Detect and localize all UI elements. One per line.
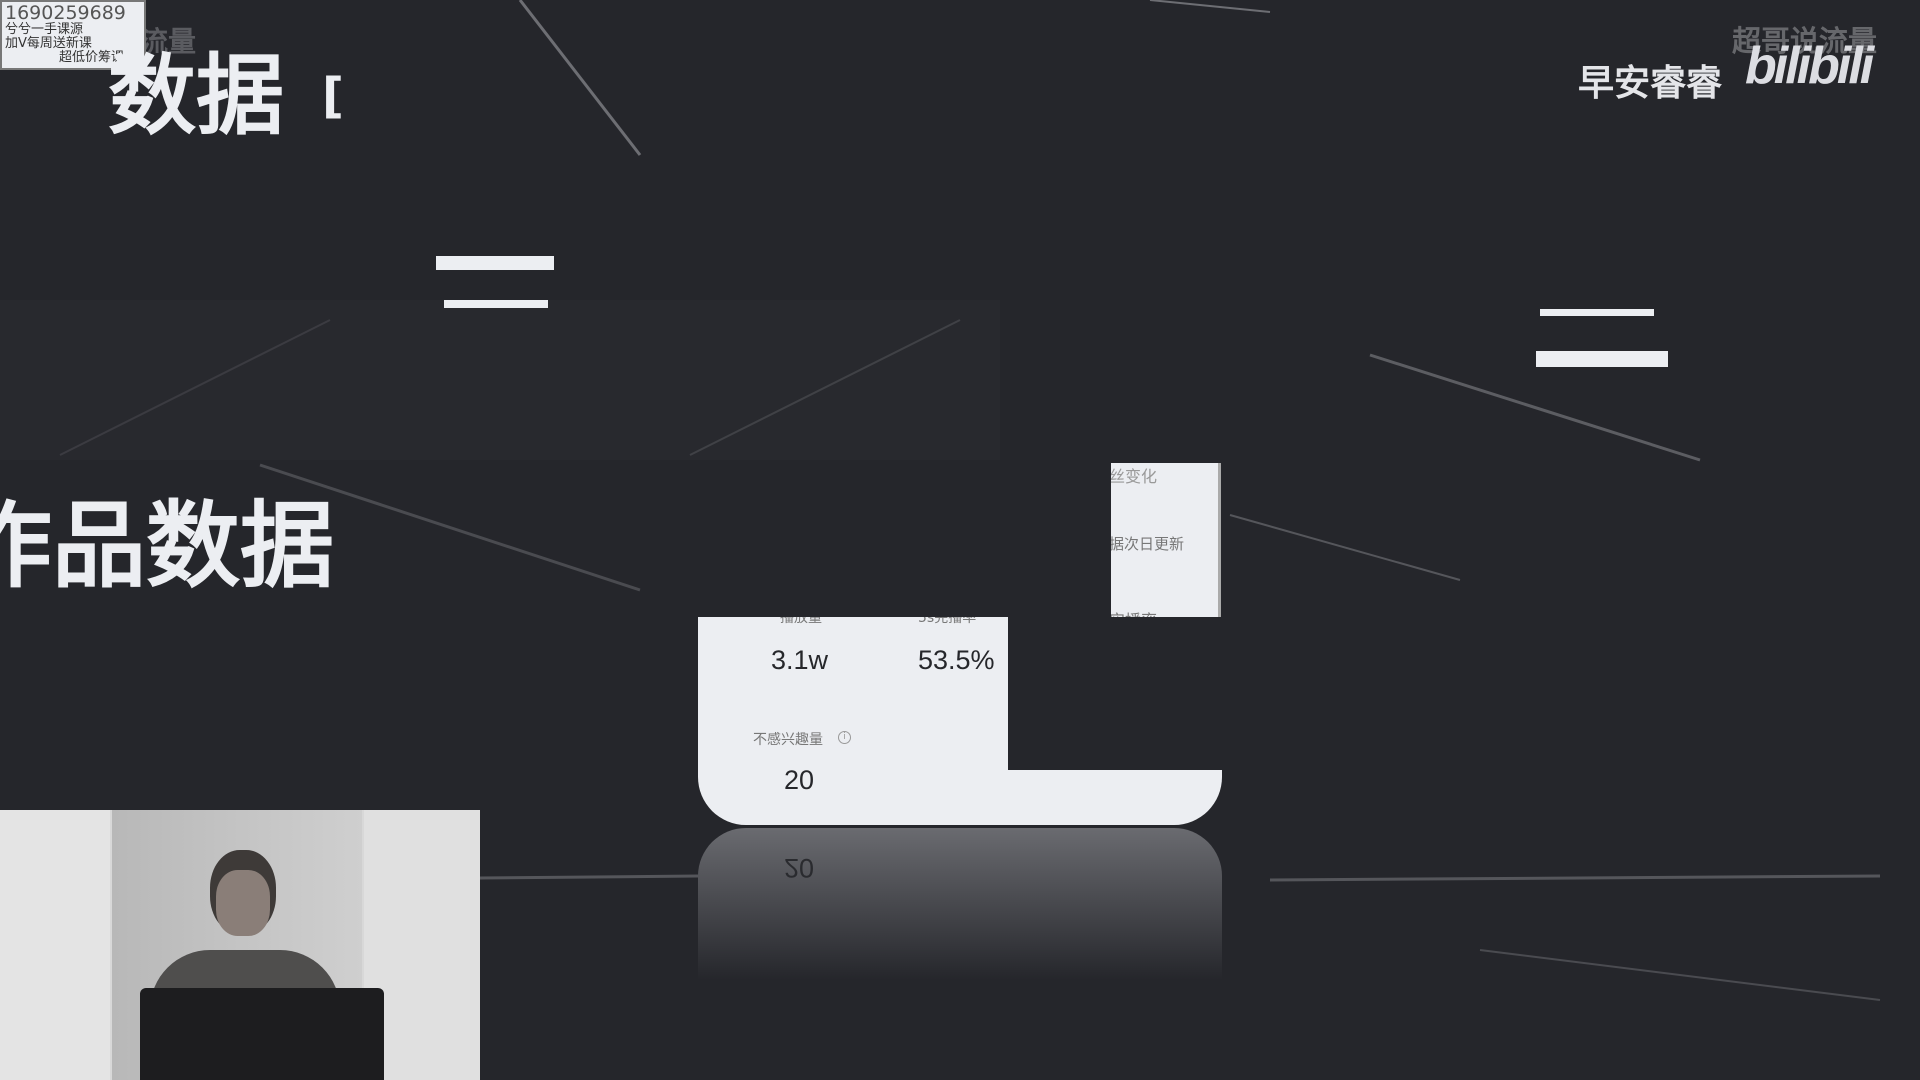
- slide-title-left: 作品数据: [0, 492, 335, 601]
- side-panel-line1: 丝变化: [1111, 467, 1158, 486]
- webcam-overlay: [0, 810, 480, 1080]
- side-panel: 丝变化 据次日更新 实播率: [1111, 463, 1221, 617]
- slide-title-top: 数据: [108, 44, 285, 147]
- side-panel-line2: 据次日更新: [1111, 535, 1185, 553]
- card-cutout: [1008, 617, 1222, 770]
- bilibili-logo: bilibili: [1745, 37, 1874, 95]
- dash-bar: [436, 256, 554, 270]
- dislike-label: 不感兴趣量: [753, 732, 823, 748]
- dash-bar: [1540, 309, 1654, 316]
- dislike-value: 20: [784, 765, 815, 795]
- slide-title-top-partial: [: [322, 68, 344, 124]
- channel-name: 早安睿睿: [1578, 63, 1723, 104]
- info-icon[interactable]: i: [838, 731, 851, 744]
- side-panel-line3: 实播率: [1111, 607, 1157, 617]
- watermark-qq: 1690259689: [5, 2, 126, 24]
- watermark-line1: 兮兮一手课源: [5, 22, 84, 37]
- laptop: [140, 988, 384, 1080]
- dash-bar: [1536, 351, 1668, 367]
- rate-value: 53.5%: [918, 645, 995, 675]
- reflection-value: 20: [784, 853, 815, 883]
- card-reflection: 20: [698, 828, 1222, 980]
- play-value: 3.1w: [771, 645, 829, 675]
- dash-bar: [444, 300, 548, 308]
